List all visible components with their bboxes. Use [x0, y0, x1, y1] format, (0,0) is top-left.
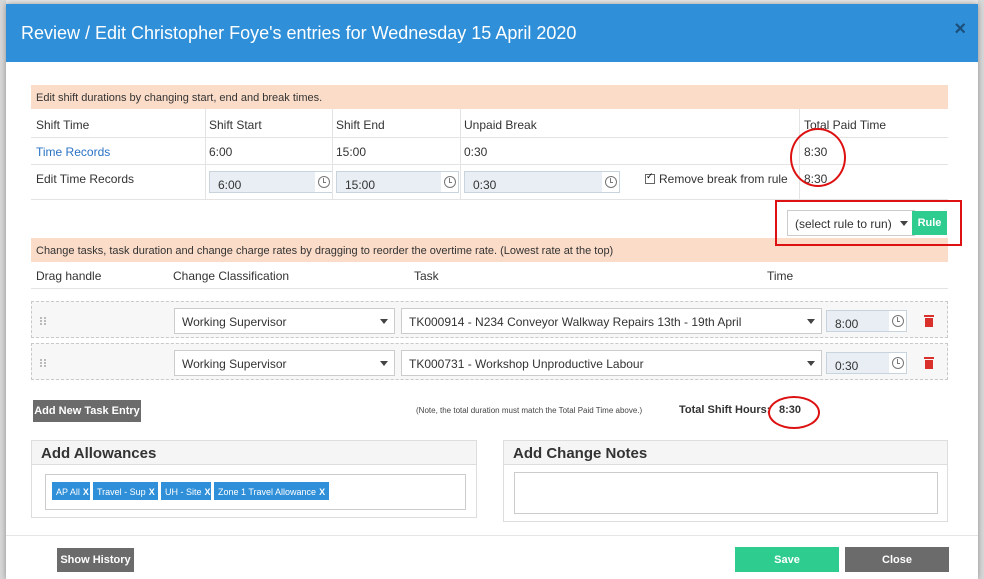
col-divider — [332, 109, 333, 199]
classification-select[interactable]: Working Supervisor — [174, 308, 395, 334]
chevron-down-icon — [380, 361, 388, 366]
total-shift-hours-label: Total Shift Hours: — [679, 404, 771, 416]
header-drag-handle: Drag handle — [36, 269, 102, 283]
show-history-button[interactable]: Show History — [57, 548, 134, 572]
clock-icon — [318, 176, 330, 188]
task-value: TK000914 - N234 Conveyor Walkway Repairs… — [409, 315, 742, 329]
shift-banner: Edit shift durations by changing start, … — [31, 85, 948, 109]
change-notes-textarea[interactable] — [514, 472, 938, 514]
header-time: Time — [767, 269, 794, 283]
task-time-clock[interactable] — [889, 310, 907, 332]
header-classification: Change Classification — [173, 269, 290, 283]
task-banner-text: Change tasks, task duration and change c… — [36, 245, 614, 257]
add-task-entry-button[interactable]: Add New Task Entry — [33, 400, 141, 422]
unpaid-break-clock[interactable] — [602, 171, 620, 193]
edit-entries-modal: Review / Edit Christopher Foye's entries… — [6, 4, 978, 579]
allowance-tag[interactable]: AP All X — [52, 482, 90, 500]
time-records-break: 0:30 — [464, 145, 488, 159]
header-shift-end: Shift End — [336, 118, 385, 132]
background-right — [978, 0, 984, 579]
task-time-input[interactable]: 8:00 — [826, 310, 890, 332]
shift-end-input[interactable]: 15:00 — [336, 171, 443, 193]
allowance-tag[interactable]: Travel - Sup X — [93, 482, 158, 500]
task-entry-row[interactable]: Working Supervisor TK000914 - N234 Conve… — [31, 301, 948, 338]
clock-icon — [605, 176, 617, 188]
shift-start-clock[interactable] — [315, 171, 333, 193]
trash-icon[interactable] — [924, 357, 934, 369]
col-divider — [460, 109, 461, 199]
shift-banner-text: Edit shift durations by changing start, … — [36, 92, 323, 104]
annotation-rectangle — [775, 200, 962, 246]
allowances-title: Add Allowances — [32, 441, 476, 465]
task-select[interactable]: TK000731 - Workshop Unproductive Labour — [401, 350, 822, 376]
modal-title: Review / Edit Christopher Foye's entries… — [21, 23, 577, 43]
drag-handle-icon[interactable] — [40, 359, 46, 367]
time-records-start: 6:00 — [209, 145, 233, 159]
header-shift-time: Shift Time — [36, 118, 90, 132]
annotation-circle — [768, 396, 820, 429]
classification-value: Working Supervisor — [182, 357, 287, 371]
clock-icon — [892, 315, 904, 327]
close-icon[interactable]: × — [954, 18, 966, 41]
drag-handle-icon[interactable] — [40, 317, 46, 325]
change-notes-title: Add Change Notes — [504, 441, 947, 465]
allowances-panel: Add Allowances AP All X Travel - Sup X UH … — [31, 440, 477, 518]
chevron-down-icon — [807, 319, 815, 324]
remove-tag-icon[interactable]: X — [149, 487, 155, 497]
remove-tag-icon[interactable]: X — [205, 487, 211, 497]
modal-header: Review / Edit Christopher Foye's entries… — [6, 4, 978, 62]
shift-start-input[interactable]: 6:00 — [209, 171, 317, 193]
time-records-link[interactable]: Time Records — [36, 145, 110, 159]
header-task: Task — [414, 269, 439, 283]
task-time-input[interactable]: 0:30 — [826, 352, 890, 374]
duration-note: (Note, the total duration must match the… — [416, 406, 643, 415]
trash-icon[interactable] — [924, 315, 934, 327]
annotation-circle — [790, 128, 846, 187]
footer-divider — [6, 535, 978, 536]
change-notes-panel: Add Change Notes — [503, 440, 948, 522]
time-records-end: 15:00 — [336, 145, 367, 159]
clock-icon — [444, 176, 456, 188]
allowance-tag[interactable]: Zone 1 Travel Allowance X — [214, 482, 329, 500]
classification-value: Working Supervisor — [182, 315, 287, 329]
chevron-down-icon — [807, 361, 815, 366]
allowances-input[interactable]: AP All X Travel - Sup X UH - Site X Zone 1 … — [45, 474, 466, 510]
remove-tag-icon[interactable]: X — [83, 487, 89, 497]
chevron-down-icon — [380, 319, 388, 324]
clock-icon — [892, 357, 904, 369]
close-button[interactable]: Close — [845, 547, 949, 572]
edit-time-records-label: Edit Time Records — [36, 172, 135, 186]
remove-break-checkbox[interactable] — [645, 171, 655, 184]
header-unpaid-break: Unpaid Break — [464, 118, 537, 132]
shift-end-clock[interactable] — [441, 171, 459, 193]
remove-tag-icon[interactable]: X — [319, 487, 325, 497]
remove-break-label: Remove break from rule — [659, 172, 788, 186]
task-header-row: Drag handle Change Classification Task T… — [31, 262, 948, 289]
unpaid-break-input[interactable]: 0:30 — [464, 171, 604, 193]
classification-select[interactable]: Working Supervisor — [174, 350, 395, 376]
col-divider — [205, 109, 206, 199]
allowance-tag[interactable]: UH - Site X — [161, 482, 211, 500]
save-button[interactable]: Save — [735, 547, 839, 572]
task-time-clock[interactable] — [889, 352, 907, 374]
task-select[interactable]: TK000914 - N234 Conveyor Walkway Repairs… — [401, 308, 822, 334]
task-entry-row[interactable]: Working Supervisor TK000731 - Workshop U… — [31, 343, 948, 380]
header-shift-start: Shift Start — [209, 118, 262, 132]
task-value: TK000731 - Workshop Unproductive Labour — [409, 357, 644, 371]
